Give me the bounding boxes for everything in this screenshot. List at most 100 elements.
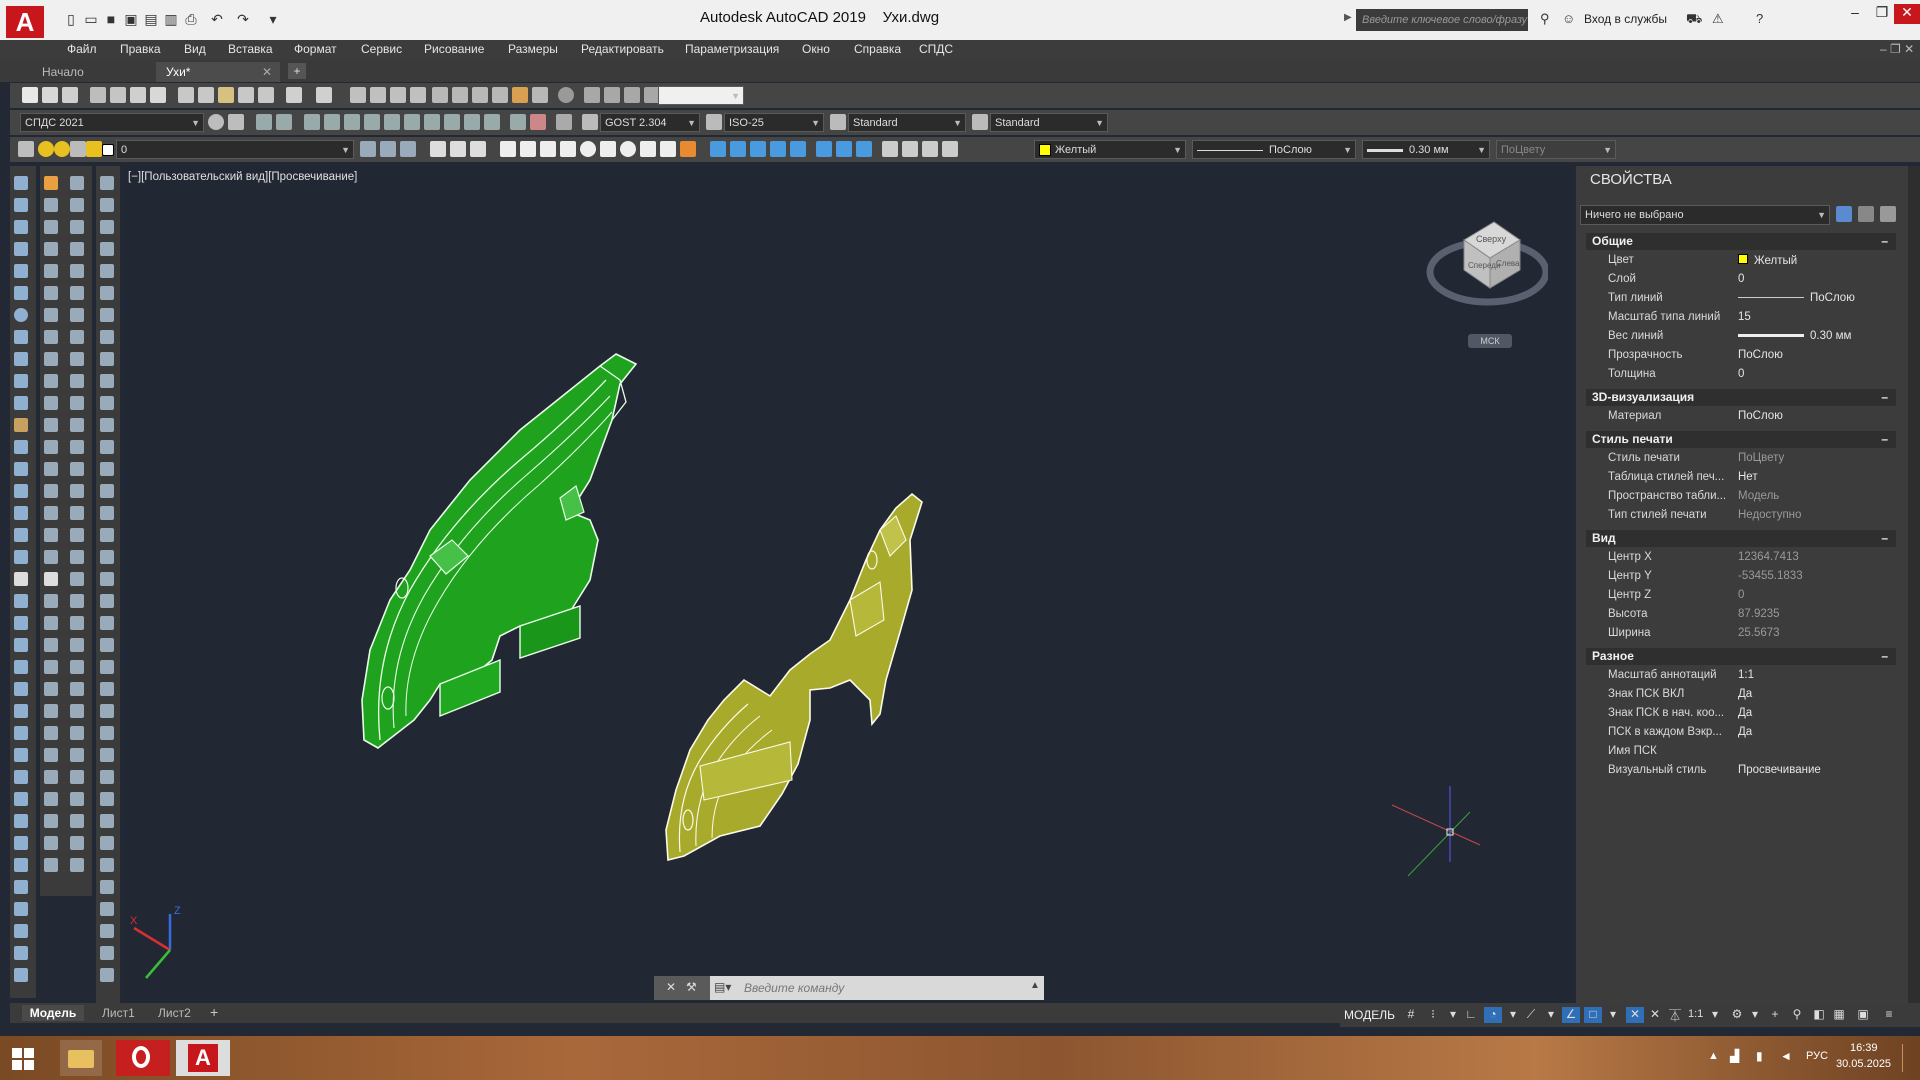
cursor-crosshair [1391,786,1481,877]
ucs-menu-button[interactable]: МСК [1468,334,1512,348]
prop-value-color[interactable]: Желтый [1738,254,1797,267]
prop-label-material: Материал [1608,410,1662,422]
customize-cmd-icon[interactable]: ⚒ [686,980,697,994]
viewcube-top-label[interactable]: Сверху [1476,234,1507,244]
toggle-pickadd-icon[interactable] [1836,206,1852,222]
scale-menu-icon[interactable]: ▾ [1706,1007,1724,1023]
section-view[interactable]: Вид – [1586,530,1896,547]
properties-title: СВОЙСТВА [1590,171,1672,188]
annotation-monitor-icon[interactable]: + [1766,1007,1784,1023]
clean-screen-icon[interactable]: ▣ [1854,1007,1872,1023]
add-layout-button[interactable]: + [210,1004,218,1020]
palette-side-bar[interactable] [1908,166,1920,1008]
auto-scale-icon[interactable]: ✕ [1646,1007,1664,1023]
osnap-menu-icon[interactable]: ▾ [1604,1007,1622,1023]
prop-label-plot-type: Тип стилей печати [1608,509,1707,521]
prop-value-anno-scale[interactable]: 1:1 [1738,669,1754,681]
polar-icon[interactable]: ◔ [1484,1007,1502,1023]
tray-network-icon[interactable]: ▟ [1730,1049,1739,1063]
workspace-menu-icon[interactable]: ▾ [1746,1007,1764,1023]
command-line-grip[interactable]: ✕ ⚒ [654,976,710,1000]
customization-icon[interactable]: ≡ [1880,1007,1898,1023]
command-history-toggle[interactable]: ▲ [1030,980,1040,991]
section-plot-style[interactable]: Стиль печати – [1586,431,1896,448]
prop-value-ucs-origin[interactable]: Да [1738,707,1752,719]
tray-volume-icon[interactable]: ◄ [1780,1049,1792,1063]
prop-label-plot-space: Пространство табли... [1608,490,1727,502]
yellow-solid-part[interactable] [665,492,923,862]
prop-value-plot-table[interactable]: Нет [1738,471,1758,483]
tray-signal-icon[interactable]: ▮ [1756,1049,1763,1063]
start-button[interactable] [12,1048,36,1070]
status-bar: МОДЕЛЬ # ⁝ ▾ ∟ ◔ ▾ ⟋ ▾ ∠ □ ▾ ✕ ✕ ⏄ 1:1 ▾… [1340,1003,1920,1027]
file-explorer-icon[interactable] [60,1040,102,1076]
section-misc[interactable]: Разное – [1586,648,1896,665]
grid-icon[interactable]: # [1402,1007,1420,1023]
ortho-icon[interactable]: ∟ [1462,1007,1480,1023]
prop-value-linetype[interactable]: ПоСлою [1738,292,1855,304]
isolate-icon[interactable]: ◧ [1810,1007,1828,1023]
prop-value-visual-style[interactable]: Просвечивание [1738,764,1821,776]
section-general[interactable]: Общие – [1586,233,1896,250]
selection-combo[interactable]: Ничего не выбрано ▼ [1580,205,1830,225]
autocad-taskbar-icon[interactable]: A [176,1040,230,1076]
snap-icon[interactable]: ⁝ [1424,1007,1442,1023]
units-icon[interactable]: ⚲ [1788,1007,1806,1023]
tray-time[interactable]: 16:39 [1850,1042,1878,1054]
tray-date[interactable]: 30.05.2025 [1836,1058,1891,1070]
prop-value-plotstyle[interactable]: ПоЦвету [1738,452,1784,464]
model-space-button[interactable]: МОДЕЛЬ [1344,1008,1395,1022]
annotation-scale-value[interactable]: 1:1 [1688,1008,1703,1020]
prop-value-height[interactable]: 87.9235 [1738,608,1780,620]
annotation-scale-icon[interactable]: ⏄ [1666,1007,1684,1023]
prop-label-layer: Слой [1608,273,1636,285]
tab-layout2[interactable]: Лист2 [158,1006,191,1020]
command-input[interactable]: Введите команду [744,981,844,995]
prop-label-color: Цвет [1608,254,1634,266]
viewcube-side-label[interactable]: Слева [1496,259,1520,268]
prop-value-plot-space[interactable]: Модель [1738,490,1779,502]
quick-select-icon[interactable] [1880,206,1896,222]
otrack-icon[interactable]: ∠ [1562,1007,1580,1023]
hardware-accel-icon[interactable]: ▦ [1830,1007,1848,1023]
opera-icon[interactable] [116,1040,170,1076]
prop-label-center-x: Центр X [1608,551,1652,563]
tray-language[interactable]: РУС [1806,1050,1828,1062]
prop-value-lineweight[interactable]: 0.30 мм [1738,330,1851,342]
prop-value-thickness[interactable]: 0 [1738,368,1744,380]
tray-show-hidden-icon[interactable]: ▲ [1708,1050,1719,1062]
snap-menu-icon[interactable]: ▾ [1444,1007,1462,1023]
prop-value-center-y[interactable]: -53455.1833 [1738,570,1803,582]
prop-value-ucs-on[interactable]: Да [1738,688,1752,700]
show-desktop-button[interactable] [1902,1044,1917,1072]
green-solid-part[interactable] [361,353,638,749]
section-3d-visualization[interactable]: 3D-визуализация – [1586,389,1896,406]
prop-value-ltscale[interactable]: 15 [1738,311,1751,323]
prop-label-ucs-on: Знак ПСК ВКЛ [1608,688,1685,700]
prop-value-transparency[interactable]: ПоСлою [1738,349,1783,361]
workspace-gear-icon[interactable]: ⚙ [1728,1007,1746,1023]
viewcube[interactable]: Сверху Спереди Слева МСК [1424,200,1550,348]
osnap-icon[interactable]: □ [1584,1007,1602,1023]
close-cmd-icon[interactable]: ✕ [666,980,676,994]
tab-model[interactable]: Модель [22,1005,84,1021]
annotation-visibility-icon[interactable]: ✕ [1626,1007,1644,1023]
ucs-icon: Z X [130,905,181,979]
prop-value-plot-type[interactable]: Недоступно [1738,509,1801,521]
prop-label-transparency: Прозрачность [1608,349,1683,361]
prop-value-center-x[interactable]: 12364.7413 [1738,551,1799,563]
tab-layout1[interactable]: Лист1 [102,1006,135,1020]
command-line: ✕ ⚒ ▤▾ Введите команду ▲ [654,976,1044,1000]
prop-value-layer[interactable]: 0 [1738,273,1744,285]
prop-value-ucs-per-vp[interactable]: Да [1738,726,1752,738]
recent-commands-icon[interactable]: ▤▾ [714,980,731,994]
isodraft-menu-icon[interactable]: ▾ [1542,1007,1560,1023]
prop-label-height: Высота [1608,608,1648,620]
prop-value-material[interactable]: ПоСлою [1738,410,1783,422]
prop-value-width[interactable]: 25.5673 [1738,627,1780,639]
polar-menu-icon[interactable]: ▾ [1504,1007,1522,1023]
isodraft-icon[interactable]: ⟋ [1522,1007,1540,1023]
select-objects-icon[interactable] [1858,206,1874,222]
prop-label-visual-style: Визуальный стиль [1608,764,1707,776]
prop-value-center-z[interactable]: 0 [1738,589,1744,601]
